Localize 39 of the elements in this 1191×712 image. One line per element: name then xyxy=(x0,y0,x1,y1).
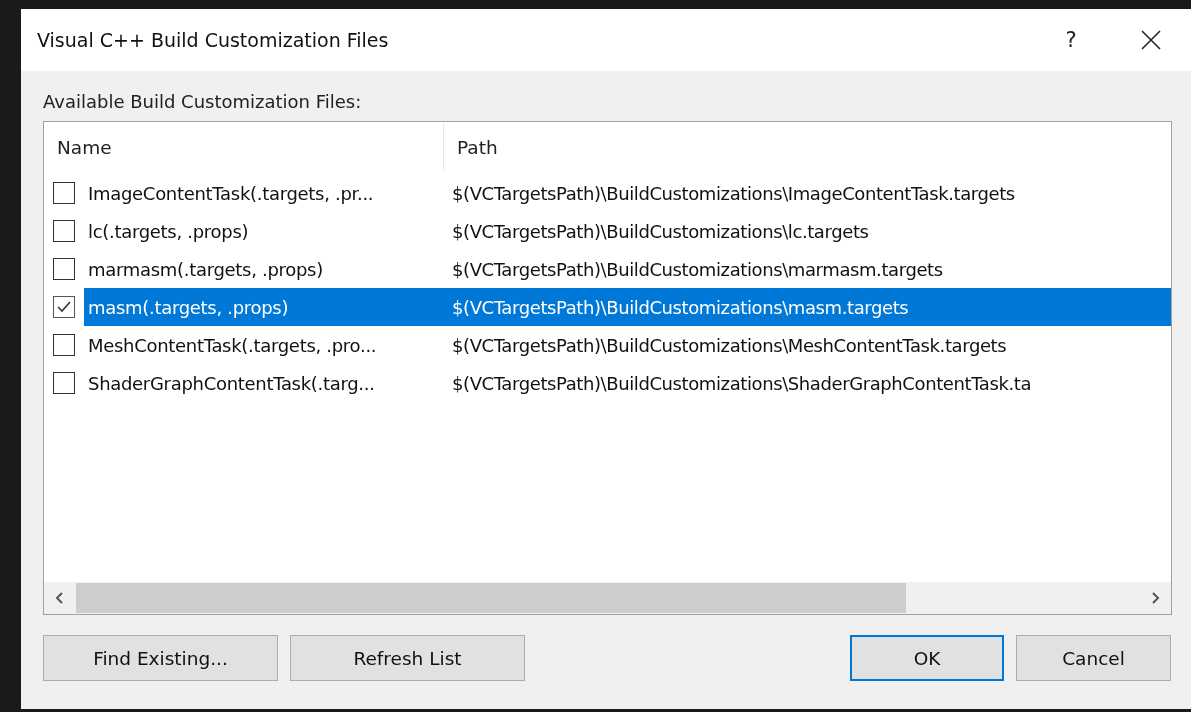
name-cell-text: lc(.targets, .props) xyxy=(87,220,250,242)
path-cell: $(VCTargetsPath)\BuildCustomizations\masm.targets xyxy=(452,296,909,318)
checkbox[interactable] xyxy=(53,182,75,204)
list-row[interactable]: ShaderGraphContentTask(.targ... $(VCTargetsPath)\BuildCustomizations\ShaderGraphContentTask.ta xyxy=(84,364,1171,402)
name-cell-text: marmasm(.targets, .props) xyxy=(87,258,324,280)
dialog-button[interactable]: Refresh List xyxy=(290,635,525,681)
checkbox[interactable] xyxy=(53,334,75,356)
window-title: Visual C++ Build Customization Files xyxy=(37,29,390,51)
column-header[interactable]: Name xyxy=(44,124,444,170)
path-cell: $(VCTargetsPath)\BuildCustomizations\lc.targets xyxy=(452,220,869,242)
close-icon xyxy=(1140,29,1162,51)
name-cell-text: MeshContentTask(.targets, .pro... xyxy=(87,334,378,356)
scroll-right-icon[interactable] xyxy=(1149,591,1161,605)
dialog-button[interactable]: Find Existing... xyxy=(43,635,278,681)
list-row[interactable]: masm(.targets, .props) $(VCTargetsPath)\BuildCustomizations\masm.targets xyxy=(84,288,1171,326)
list-label: Available Build Customization Files: xyxy=(43,91,363,112)
list-row[interactable]: MeshContentTask(.targets, .pro... $(VCTargetsPath)\BuildCustomizations\MeshContentTask.targets xyxy=(84,326,1171,364)
list-row[interactable]: marmasm(.targets, .props) $(VCTargetsPath)\BuildCustomizations\marmasm.targets xyxy=(84,250,1171,288)
list-row[interactable]: ImageContentTask(.targets, .pr... $(VCTargetsPath)\BuildCustomizations\ImageContentTask.targets xyxy=(84,174,1171,212)
column-header[interactable]: Path xyxy=(444,122,498,172)
checkbox[interactable] xyxy=(53,258,75,280)
name-cell-text: masm(.targets, .props) xyxy=(87,296,290,318)
help-button[interactable]: ? xyxy=(1041,9,1101,71)
file-list[interactable] xyxy=(43,121,1172,615)
name-cell-text: ImageContentTask(.targets, .pr... xyxy=(87,182,375,204)
path-cell: $(VCTargetsPath)\BuildCustomizations\MeshContentTask.targets xyxy=(452,334,1007,356)
scroll-thumb[interactable] xyxy=(76,583,906,613)
path-cell: $(VCTargetsPath)\BuildCustomizations\ImageContentTask.targets xyxy=(452,182,1015,204)
list-row[interactable]: lc(.targets, .props) $(VCTargetsPath)\BuildCustomizations\lc.targets xyxy=(84,212,1171,250)
name-cell-text: ShaderGraphContentTask(.targ... xyxy=(87,372,376,394)
dialog-button[interactable]: Cancel xyxy=(1016,635,1171,681)
checkbox[interactable] xyxy=(53,296,75,318)
horizontal-scrollbar[interactable] xyxy=(44,582,1171,614)
checkbox[interactable] xyxy=(53,220,75,242)
scroll-left-icon[interactable] xyxy=(54,591,66,605)
path-cell: $(VCTargetsPath)\BuildCustomizations\ShaderGraphContentTask.ta xyxy=(452,372,1032,394)
checkbox[interactable] xyxy=(53,372,75,394)
path-cell: $(VCTargetsPath)\BuildCustomizations\marmasm.targets xyxy=(452,258,943,280)
dialog-button[interactable]: OK xyxy=(850,635,1004,681)
